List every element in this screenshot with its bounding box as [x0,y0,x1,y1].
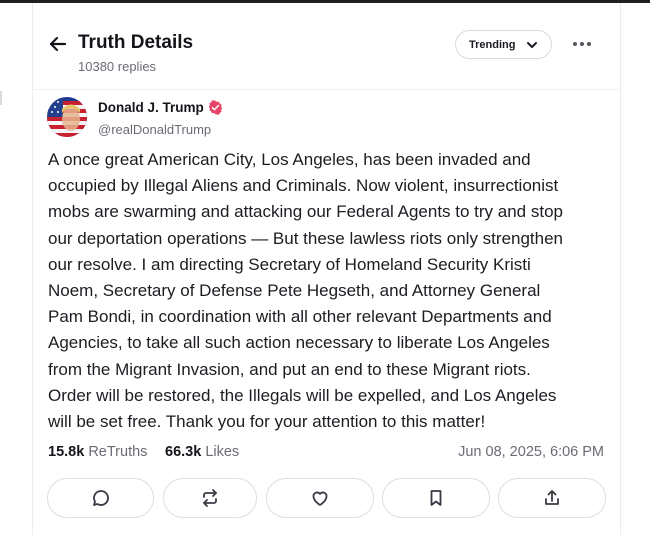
likes-stat[interactable]: 66.3k Likes [165,444,239,460]
heart-icon [312,491,328,506]
arrow-left-icon [49,36,67,52]
retruths-label: ReTruths [88,444,148,460]
like-button[interactable] [266,478,374,518]
bookmark-button[interactable] [382,478,490,518]
post-stats: 15.8k ReTruths 66.3k Likes Jun 08, 2025,… [48,444,606,464]
trending-label: Trending [469,38,516,51]
retruth-icon [203,489,217,507]
retruths-stat[interactable]: 15.8k ReTruths [48,444,147,460]
author-handle[interactable]: @realDonaldTrump [98,122,211,137]
reply-button[interactable] [47,478,154,518]
verified-badge-icon [208,100,223,115]
author-avatar[interactable] [47,97,87,137]
trending-sort-dropdown[interactable]: Trending [455,30,552,59]
author-name[interactable]: Donald J. Trump [98,100,223,115]
header-divider [33,89,620,90]
retruths-count: 15.8k [48,444,85,460]
chevron-down-icon [527,42,537,48]
truth-details-header: Truth Details 10380 replies Trending [33,3,620,89]
retruth-button[interactable] [163,478,257,518]
author-name-text: Donald J. Trump [98,100,204,115]
edge-marker [0,91,2,105]
more-options-button[interactable] [571,33,593,55]
share-button[interactable] [498,478,606,518]
right-column-divider [620,3,621,535]
reply-count: 10380 replies [78,59,157,74]
back-button[interactable] [47,33,69,55]
page-title: Truth Details [78,32,194,53]
post-body-text: A once great American City, Los Angeles,… [48,150,564,432]
likes-label: Likes [205,444,240,460]
more-horizontal-icon [573,42,591,46]
post-timestamp: Jun 08, 2025, 6:06 PM [458,444,604,460]
comment-icon [92,490,109,506]
bookmark-icon [430,490,442,506]
share-icon [545,490,559,505]
likes-count: 66.3k [165,444,202,460]
